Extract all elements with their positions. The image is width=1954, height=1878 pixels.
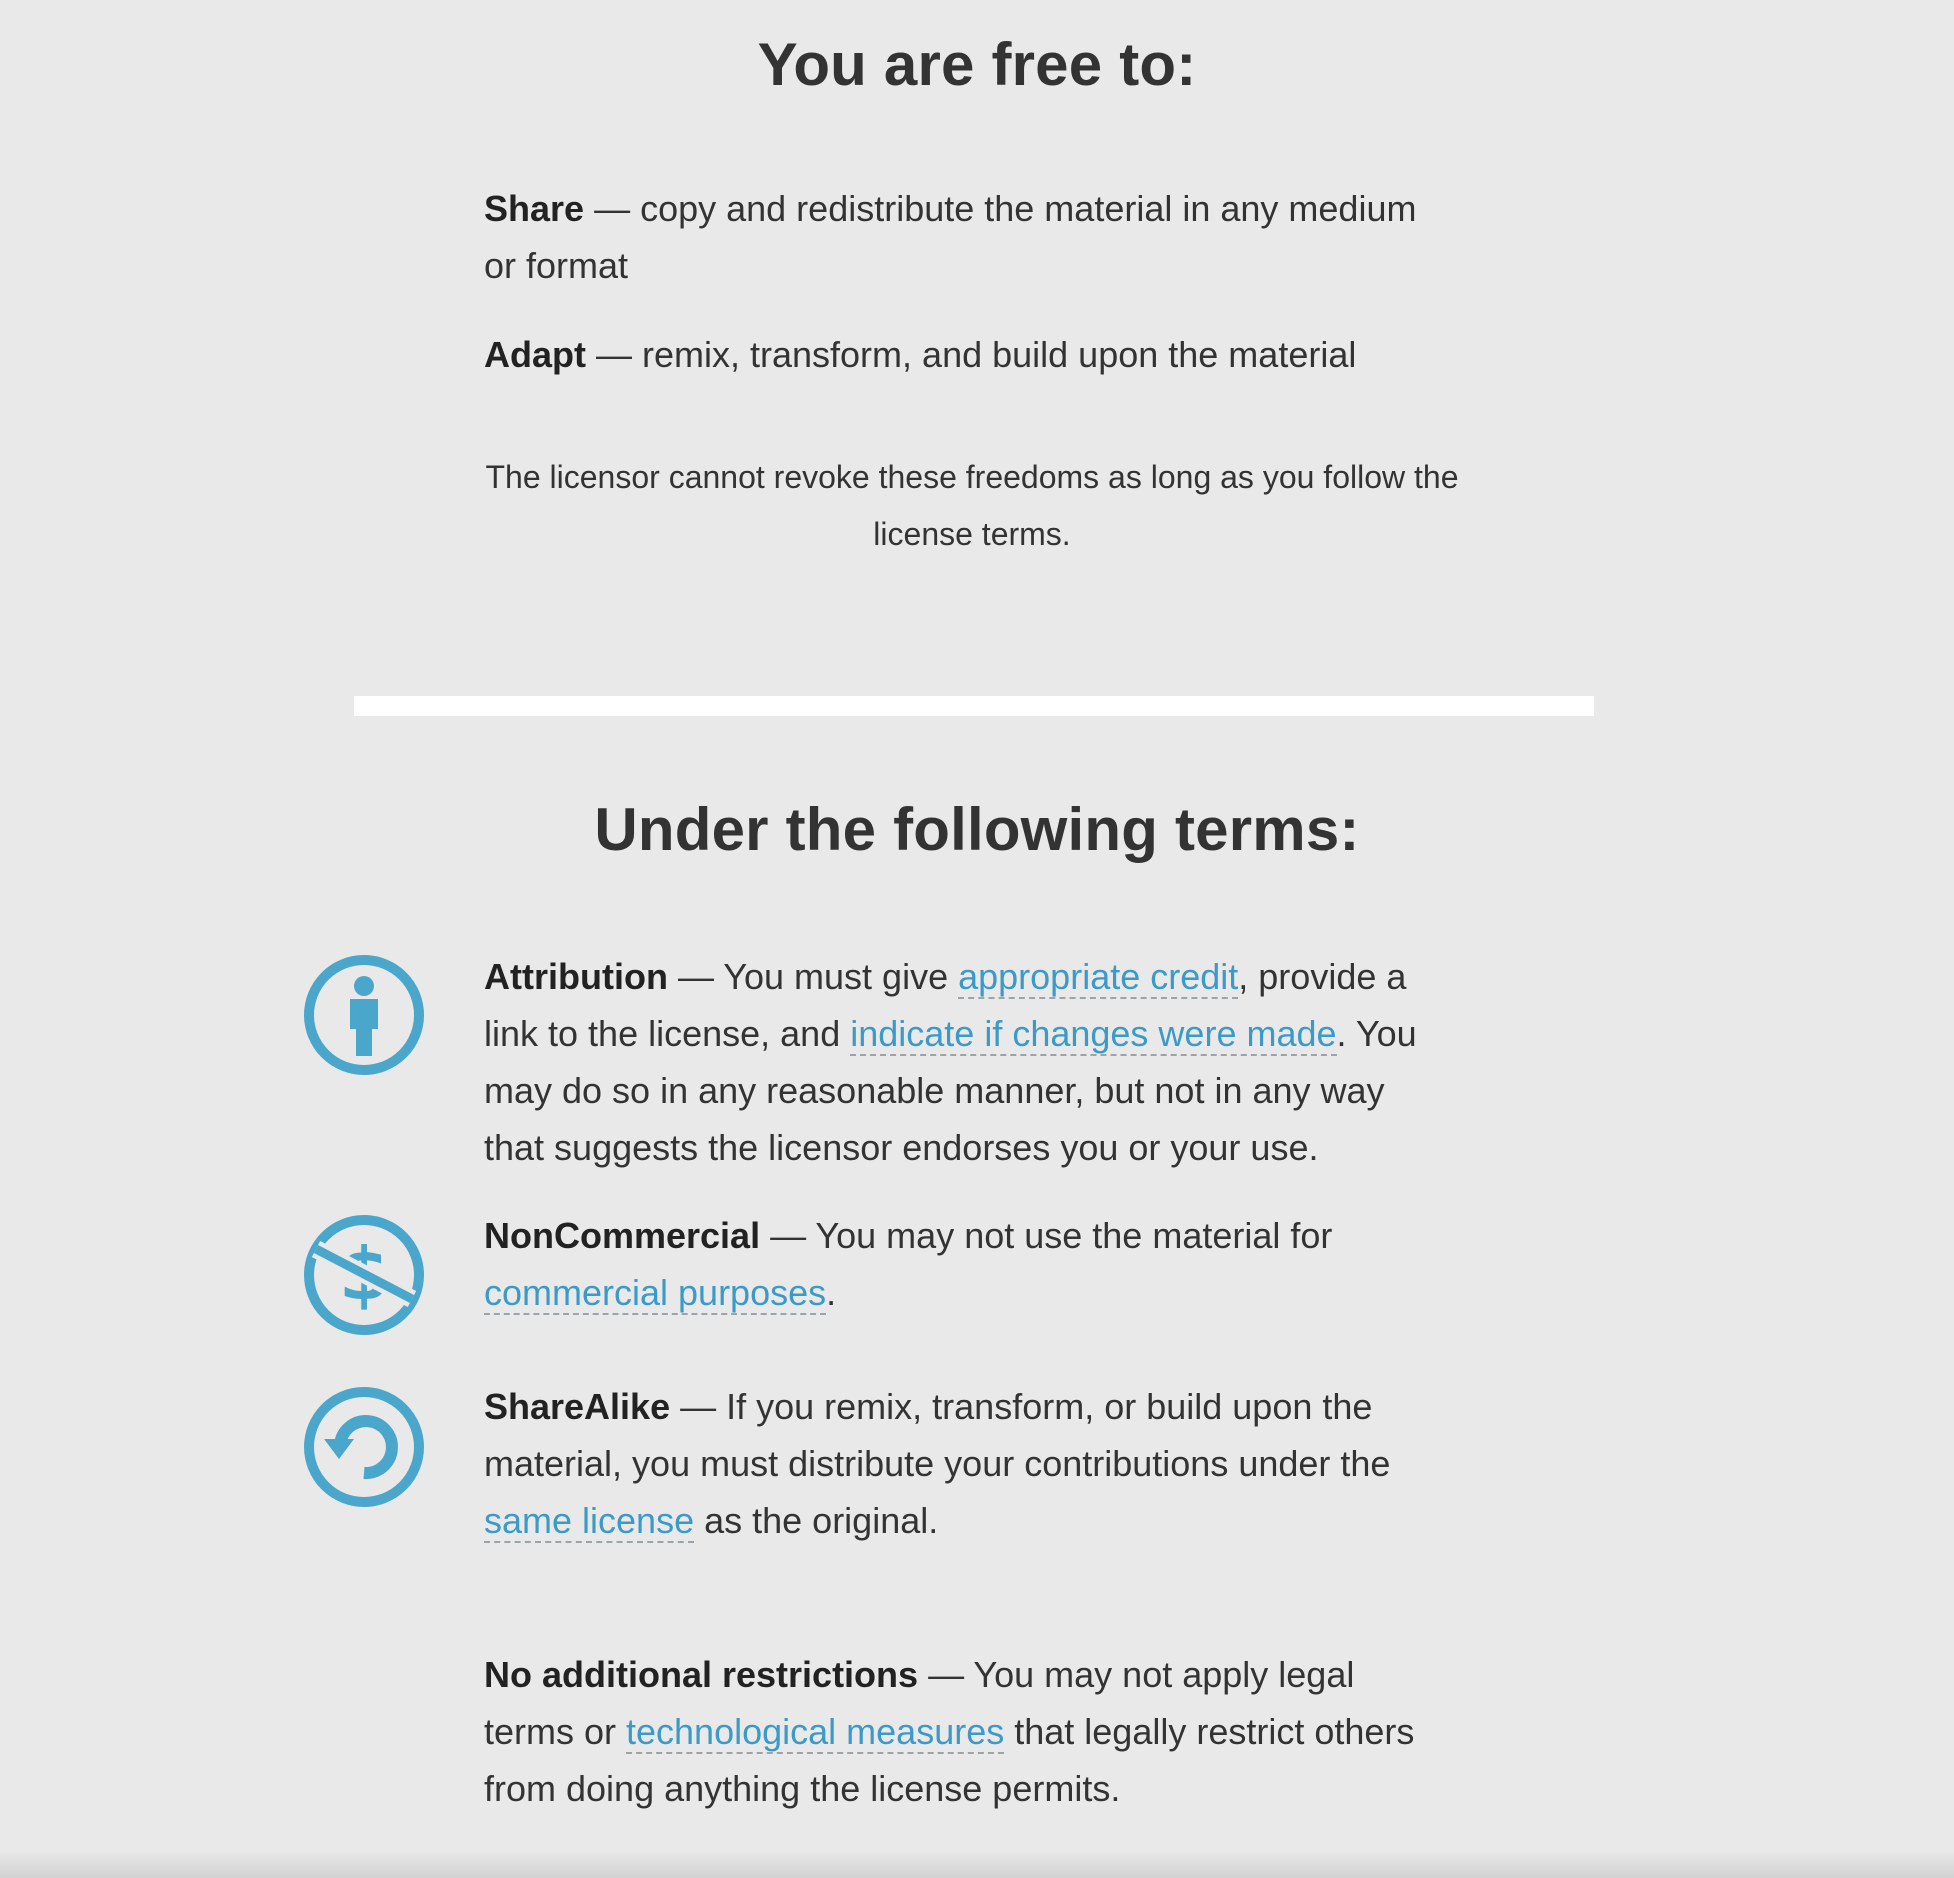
sharealike-text-2: as the original.: [694, 1500, 939, 1541]
share-term: Share: [484, 188, 585, 229]
license-deed-page: You are free to: Share — copy and redist…: [0, 0, 1954, 1878]
noncommercial-text-1: — You may not use the material for: [760, 1215, 1333, 1256]
freedoms-notice: The licensor cannot revoke these freedom…: [485, 459, 1459, 552]
noncommercial-icon: $: [304, 1215, 424, 1335]
appropriate-credit-link[interactable]: appropriate credit: [958, 956, 1239, 999]
attribution-text-1: — You must give: [667, 956, 959, 997]
free-to-heading: You are free to:: [757, 31, 1197, 98]
indicate-changes-link[interactable]: indicate if changes were made: [850, 1013, 1337, 1056]
bottom-edge-shade: [0, 1850, 1954, 1878]
technological-measures-link[interactable]: technological measures: [626, 1711, 1005, 1754]
attribution-term: Attribution: [484, 956, 668, 997]
attribution-icon: [304, 955, 424, 1075]
no-restrictions-block: No additional restrictions — You may not…: [484, 1646, 1454, 1817]
attribution-term-block: Attribution — You must give appropriate …: [484, 948, 1454, 1176]
terms-heading: Under the following terms:: [594, 796, 1360, 863]
adapt-term: Adapt: [484, 334, 586, 375]
sharealike-term-block: ShareAlike — If you remix, transform, or…: [484, 1378, 1454, 1549]
noncommercial-term-block: NonCommercial — You may not use the mate…: [484, 1207, 1454, 1321]
same-license-link[interactable]: same license: [484, 1500, 695, 1543]
no-restrictions-term: No additional restrictions: [484, 1654, 919, 1695]
commercial-purposes-link[interactable]: commercial purposes: [484, 1272, 827, 1315]
sharealike-term: ShareAlike: [484, 1386, 671, 1427]
noncommercial-text-2: .: [826, 1272, 837, 1313]
noncommercial-term: NonCommercial: [484, 1215, 761, 1256]
share-description: — copy and redistribute the material in …: [484, 188, 1417, 286]
adapt-description: — remix, transform, and build upon the m…: [586, 334, 1357, 375]
section-divider: [354, 696, 1594, 716]
adapt-freedom: Adapt — remix, transform, and build upon…: [484, 326, 1454, 383]
sharealike-icon: [304, 1387, 424, 1507]
share-freedom: Share — copy and redistribute the materi…: [484, 180, 1454, 294]
